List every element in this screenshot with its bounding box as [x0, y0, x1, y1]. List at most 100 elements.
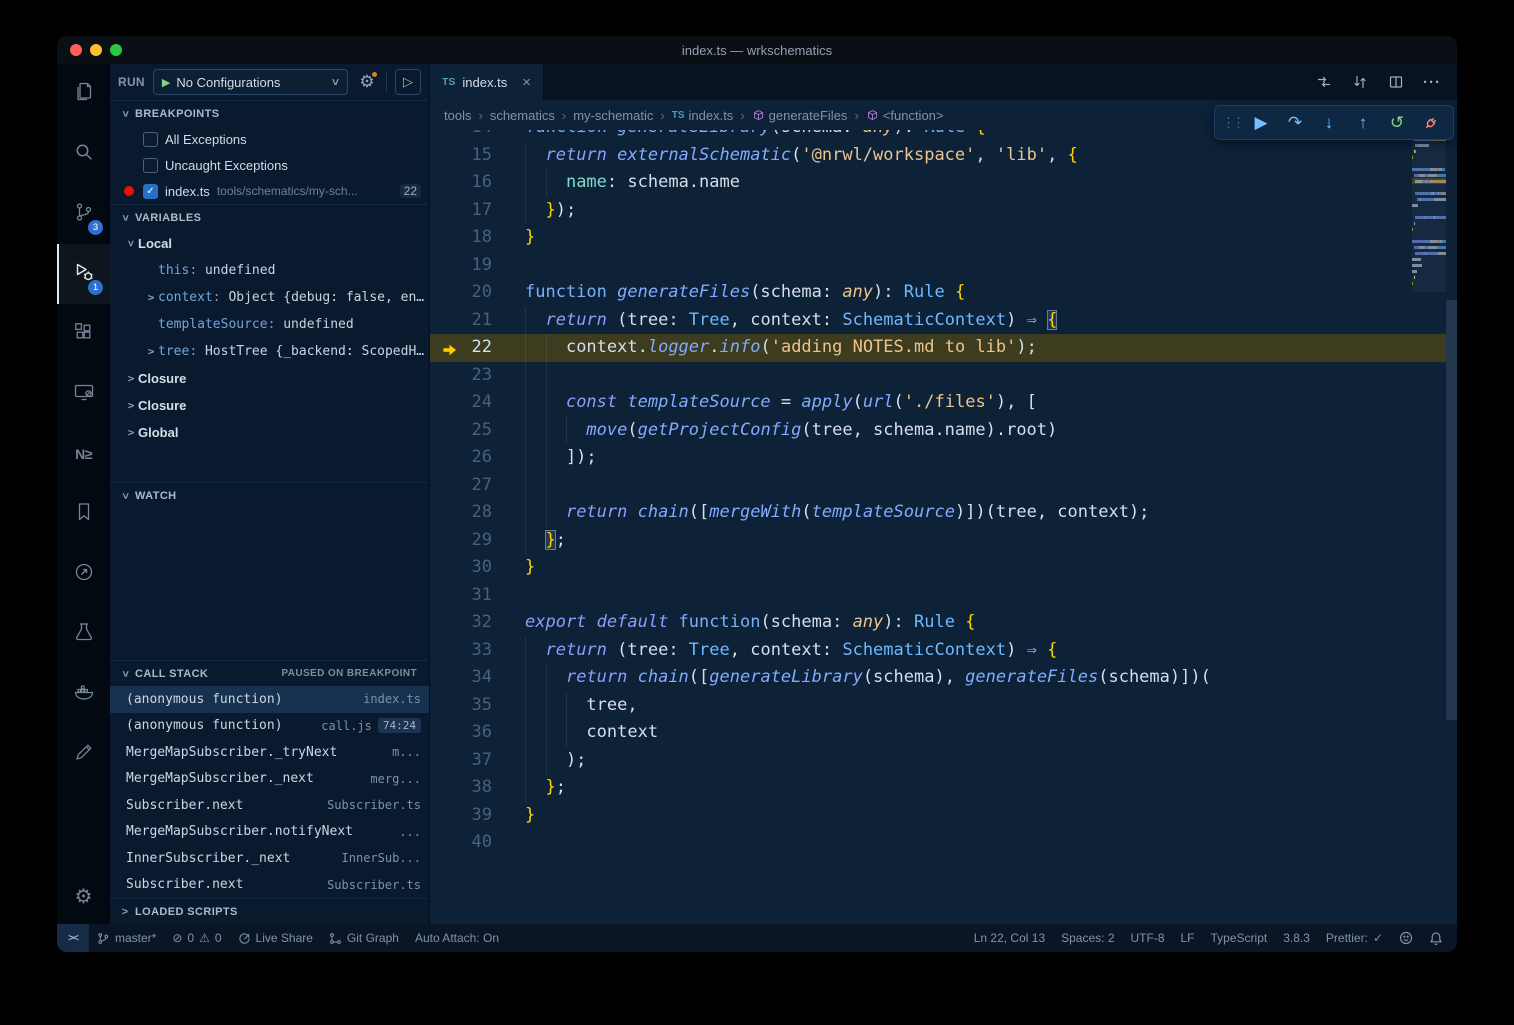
- variable-row[interactable]: >templateSource: undefined: [110, 311, 429, 338]
- line-number[interactable]: 36: [430, 719, 525, 747]
- compare-changes-icon[interactable]: [1347, 69, 1373, 95]
- breadcrumb-item[interactable]: generateFiles: [752, 108, 848, 123]
- activity-bookmarks[interactable]: [57, 484, 110, 544]
- call-stack-frame[interactable]: MergeMapSubscriber._nextmerg...: [110, 766, 429, 793]
- line-number[interactable]: 19: [430, 252, 525, 280]
- line-number[interactable]: 27: [430, 472, 525, 500]
- activity-test-explorer[interactable]: [57, 604, 110, 664]
- watch-empty-body[interactable]: [110, 508, 429, 660]
- code-line[interactable]: 19: [430, 252, 1457, 280]
- activity-live-share[interactable]: [57, 544, 110, 604]
- call-stack-header[interactable]: > CALL STACK PAUSED ON BREAKPOINT: [110, 660, 429, 686]
- activity-remote-explorer[interactable]: [57, 364, 110, 424]
- call-stack-frame[interactable]: MergeMapSubscriber.notifyNext...: [110, 819, 429, 846]
- step-into-button[interactable]: ↓: [1313, 108, 1345, 138]
- restart-button[interactable]: ↺: [1381, 108, 1413, 138]
- indentation-item[interactable]: Spaces: 2: [1053, 924, 1122, 952]
- more-actions-icon[interactable]: ···: [1419, 69, 1445, 95]
- prettier-item[interactable]: Prettier: ✓: [1318, 924, 1391, 952]
- line-number[interactable]: 30: [430, 554, 525, 582]
- live-share-item[interactable]: Live Share: [230, 924, 321, 952]
- activity-edit[interactable]: [57, 724, 110, 784]
- code-line[interactable]: 29 };: [430, 527, 1457, 555]
- code-line[interactable]: 20function generateFiles(schema: any): R…: [430, 279, 1457, 307]
- breadcrumb-item[interactable]: schematics: [490, 108, 555, 123]
- activity-manage[interactable]: ⚙: [57, 868, 110, 924]
- code-line[interactable]: 27: [430, 472, 1457, 500]
- code-line[interactable]: 36 context: [430, 719, 1457, 747]
- line-number[interactable]: 38: [430, 774, 525, 802]
- code-area[interactable]: 14function generateLibrary(schema: any):…: [430, 130, 1457, 924]
- split-editor-icon[interactable]: [1383, 69, 1409, 95]
- call-stack-frame[interactable]: (anonymous function)index.ts: [110, 686, 429, 713]
- breakpoint-checkbox[interactable]: [143, 158, 158, 173]
- breakpoint-row[interactable]: Uncaught Exceptions: [110, 152, 429, 178]
- line-number[interactable]: 14: [430, 130, 525, 142]
- feedback-item[interactable]: [1391, 924, 1421, 952]
- line-number[interactable]: 18: [430, 224, 525, 252]
- call-stack-frame[interactable]: Subscriber.nextSubscriber.ts: [110, 792, 429, 819]
- open-debug-console-button[interactable]: ▷: [395, 69, 421, 95]
- debug-settings-gear[interactable]: ⚙: [356, 72, 378, 92]
- activity-search[interactable]: [57, 124, 110, 184]
- variable-row[interactable]: >context: Object {debug: false, en…: [110, 284, 429, 311]
- line-number[interactable]: 29: [430, 527, 525, 555]
- code-line[interactable]: 22 context.logger.info('adding NOTES.md …: [430, 334, 1457, 362]
- code-line[interactable]: 18}: [430, 224, 1457, 252]
- notifications-item[interactable]: [1421, 924, 1451, 952]
- language-mode-item[interactable]: TypeScript: [1203, 924, 1276, 952]
- code-line[interactable]: 33 return (tree: Tree, context: Schemati…: [430, 637, 1457, 665]
- close-tab-icon[interactable]: ×: [522, 74, 531, 91]
- line-number[interactable]: 34: [430, 664, 525, 692]
- line-number[interactable]: 33: [430, 637, 525, 665]
- line-number[interactable]: 20: [430, 279, 525, 307]
- variable-scope-row[interactable]: >Closure: [110, 365, 429, 392]
- line-number[interactable]: 37: [430, 747, 525, 775]
- eol-item[interactable]: LF: [1173, 924, 1203, 952]
- code-line[interactable]: 31: [430, 582, 1457, 610]
- activity-docker[interactable]: [57, 664, 110, 724]
- breakpoint-checkbox[interactable]: ✓: [143, 184, 158, 199]
- call-stack-frame[interactable]: (anonymous function)call.js74:24: [110, 713, 429, 740]
- breakpoint-checkbox[interactable]: [143, 132, 158, 147]
- activity-source-control[interactable]: 3: [57, 184, 110, 244]
- code-line[interactable]: 39}: [430, 802, 1457, 830]
- line-number[interactable]: 21: [430, 307, 525, 335]
- variable-scope-row[interactable]: >Global: [110, 419, 429, 446]
- code-line[interactable]: 30}: [430, 554, 1457, 582]
- code-line[interactable]: 37 );: [430, 747, 1457, 775]
- activity-explorer[interactable]: [57, 64, 110, 124]
- line-number[interactable]: 23: [430, 362, 525, 390]
- line-number[interactable]: 28: [430, 499, 525, 527]
- line-number[interactable]: 15: [430, 142, 525, 170]
- breakpoint-row[interactable]: ✓index.tstools/schematics/my-sch...22: [110, 178, 429, 204]
- line-number[interactable]: 16: [430, 169, 525, 197]
- breakpoints-header[interactable]: > BREAKPOINTS: [110, 100, 429, 126]
- watch-header[interactable]: > WATCH: [110, 482, 429, 508]
- remote-indicator[interactable]: ><: [57, 924, 89, 952]
- code-line[interactable]: 25 move(getProjectConfig(tree, schema.na…: [430, 417, 1457, 445]
- line-number[interactable]: 26: [430, 444, 525, 472]
- code-line[interactable]: 21 return (tree: Tree, context: Schemati…: [430, 307, 1457, 335]
- variable-scope-row[interactable]: >Local: [110, 230, 429, 257]
- code-line[interactable]: 17 });: [430, 197, 1457, 225]
- line-number[interactable]: 17: [430, 197, 525, 225]
- code-line[interactable]: 35 tree,: [430, 692, 1457, 720]
- line-number[interactable]: 24: [430, 389, 525, 417]
- close-window-button[interactable]: [70, 44, 82, 56]
- zoom-window-button[interactable]: [110, 44, 122, 56]
- activity-extensions[interactable]: [57, 304, 110, 364]
- code-line[interactable]: 28 return chain([mergeWith(templateSourc…: [430, 499, 1457, 527]
- activity-run-debug[interactable]: 1: [57, 244, 110, 304]
- auto-attach-item[interactable]: Auto Attach: On: [407, 924, 507, 952]
- line-number[interactable]: 40: [430, 829, 525, 857]
- cursor-position-item[interactable]: Ln 22, Col 13: [966, 924, 1053, 952]
- call-stack-frame[interactable]: InnerSubscriber._nextInnerSub...: [110, 845, 429, 872]
- code-line[interactable]: 24 const templateSource = apply(url('./f…: [430, 389, 1457, 417]
- ts-version-item[interactable]: 3.8.3: [1275, 924, 1318, 952]
- step-over-button[interactable]: ↷: [1279, 108, 1311, 138]
- activity-nx-console[interactable]: N≥: [57, 424, 110, 484]
- git-graph-item[interactable]: Git Graph: [321, 924, 407, 952]
- call-stack-frame[interactable]: MergeMapSubscriber._tryNextm...: [110, 739, 429, 766]
- call-stack-frame[interactable]: Subscriber.nextSubscriber.ts: [110, 872, 429, 899]
